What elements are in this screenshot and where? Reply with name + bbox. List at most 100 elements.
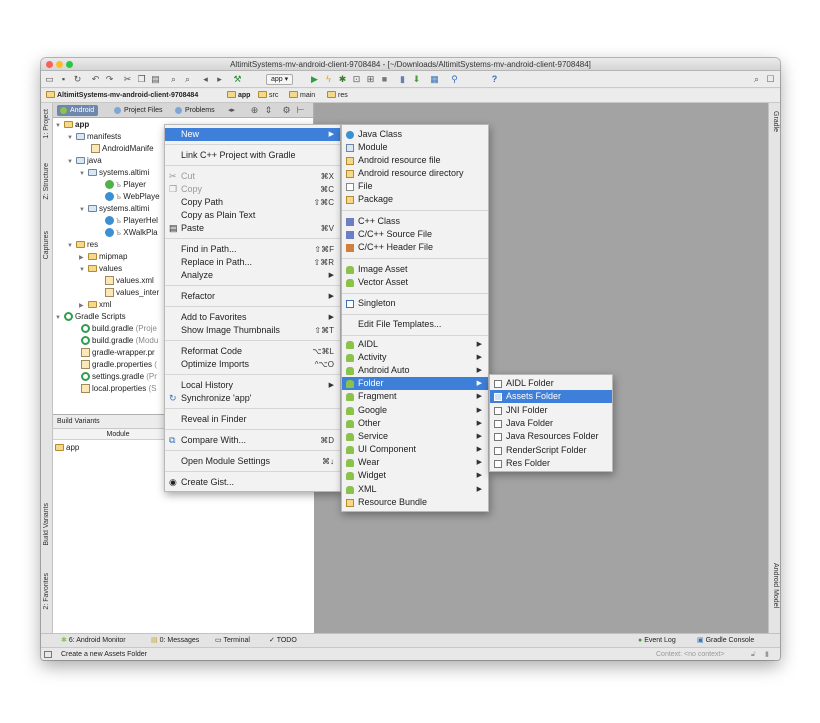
expand-arrow-icon[interactable]: ▼ [67,240,76,252]
cut-icon[interactable]: ✂ [122,74,133,85]
find-icon[interactable]: ⌕ [168,74,179,85]
tree-item-manifests[interactable]: ▼ manifests [67,131,121,143]
tab-project-files[interactable]: Project Files [111,105,167,116]
tab-android[interactable]: Android [57,105,99,116]
tree-item-gradle-properties[interactable]: gradle.properties ( [81,359,157,371]
tool-tab-build-variants[interactable]: Build Variants [42,503,52,546]
tree-item-app[interactable]: ▼ app [55,119,89,131]
make-project-icon[interactable]: ⚒ [232,74,243,85]
tree-item-android-manifest[interactable]: AndroidManife [91,143,154,155]
menu-item-local-history[interactable]: Local History ▶ [165,379,340,392]
redo-icon[interactable]: ↷ [104,74,115,85]
menu-item-cpp-class[interactable]: C++ Class [342,215,488,228]
save-icon[interactable]: ▪ [58,74,69,85]
tool-tab-project[interactable]: 1: Project [42,109,52,139]
menu-item-add-to-favorites[interactable]: Add to Favorites ▶ [165,311,340,324]
menu-item-assets-folder[interactable]: Assets Folder [490,390,612,403]
zoom-window-button[interactable] [66,61,73,68]
help-icon[interactable]: ? [489,74,500,85]
tree-item-build-gradle-module[interactable]: build.gradle (Modu [81,335,158,347]
menu-item-copy[interactable]: ❐ Copy ⌘C [165,183,340,196]
tree-item-playerhelper[interactable]: ъ PlayerHel [105,215,158,227]
menu-item-analyze[interactable]: Analyze ▶ [165,269,340,282]
expand-arrow-icon[interactable]: ▼ [79,168,88,180]
menu-item-resource-bundle[interactable]: Resource Bundle [342,496,488,509]
avd-manager-icon[interactable]: ▮ [397,74,408,85]
run-config-select[interactable]: app ▾ [266,74,294,85]
menu-item-cut[interactable]: ✂ Cut ⌘X [165,170,340,183]
tree-item-gradle-scripts[interactable]: ▼ Gradle Scripts [55,311,126,323]
menu-item-fragment[interactable]: Fragment ▶ [342,390,488,403]
menu-item-res-folder[interactable]: Res Folder [490,457,612,470]
tree-item-package[interactable]: ▼ systems.altimi [79,167,149,179]
menu-item-package[interactable]: Package [342,193,488,206]
stop-icon[interactable]: ■ [379,74,390,85]
menu-item-create-gist[interactable]: ◉ Create Gist... [165,476,340,489]
menu-item-find-in-path[interactable]: Find in Path... ⇧⌘F [165,243,340,256]
project-structure-icon[interactable]: ▦ [429,74,440,85]
menu-item-reveal-in-finder[interactable]: Reveal in Finder [165,413,340,426]
memory-indicator-icon[interactable]: ▮ [765,648,769,660]
context-indicator[interactable]: Context: <no context> [656,648,725,660]
menu-item-java-resources-folder[interactable]: Java Resources Folder [490,430,612,443]
menu-item-compare-with[interactable]: ⧉ Compare With... ⌘D [165,434,340,447]
tab-problems[interactable]: Problems [172,105,219,116]
apply-changes-icon[interactable]: ϟ [323,74,334,85]
tree-item-res[interactable]: ▼ res [67,239,98,251]
menu-item-synchronize[interactable]: ↻ Synchronize 'app' [165,392,340,405]
menu-item-vector-asset[interactable]: Vector Asset [342,276,488,289]
device-monitor-icon[interactable]: ⚲ [449,74,460,85]
tree-item-values[interactable]: ▼ values [79,263,122,275]
expand-arrow-icon[interactable]: ▼ [55,312,64,324]
sync-icon[interactable]: ↻ [72,74,83,85]
menu-item-ui-component[interactable]: UI Component ▶ [342,443,488,456]
expand-arrow-icon[interactable]: ▼ [79,204,88,216]
tool-tab-event-log[interactable]: ● Event Log [638,634,676,648]
breadcrumb-item-project[interactable]: AltimitSystems-mv-android-client-9708484 [43,89,201,102]
tool-tab-messages[interactable]: ▤ 0: Messages [151,634,199,648]
menu-item-aidl[interactable]: AIDL ▶ [342,338,488,351]
menu-item-service[interactable]: Service ▶ [342,430,488,443]
tree-item-package[interactable]: ▼ systems.altimi [79,203,149,215]
lock-icon[interactable]: 🔓︎ [751,648,756,660]
menu-item-cpp-source-file[interactable]: C/C++ Source File [342,228,488,241]
collapse-all-icon[interactable]: ⇕ [263,105,274,116]
tree-item-gradle-wrapper[interactable]: gradle-wrapper.pr [81,347,155,359]
tool-tab-todo[interactable]: ✓ TODO [269,634,297,648]
hide-panel-icon[interactable]: ⊢ [295,105,306,116]
back-icon[interactable]: ◂ [200,74,211,85]
menu-item-aidl-folder[interactable]: AIDL Folder [490,377,612,390]
breadcrumb-item-main[interactable]: main [286,89,318,102]
search-everywhere-icon[interactable]: ⌕ [751,74,762,85]
menu-item-copy-plain-text[interactable]: Copy as Plain Text [165,209,340,222]
menu-item-activity[interactable]: Activity ▶ [342,351,488,364]
open-icon[interactable]: ▭ [44,74,55,85]
tool-tab-android-model[interactable]: Android Model [770,563,780,608]
menu-item-file[interactable]: File [342,180,488,193]
toggle-tool-windows-icon[interactable] [44,651,52,658]
menu-item-paste[interactable]: ▤ Paste ⌘V [165,222,340,235]
tabs-dropdown-icon[interactable]: ◂▸ [226,105,237,116]
menu-item-show-thumbnails[interactable]: Show Image Thumbnails ⇧⌘T [165,324,340,337]
tree-item-player[interactable]: ъ Player [105,179,146,191]
menu-item-refactor[interactable]: Refactor ▶ [165,290,340,303]
tree-item-local-properties[interactable]: local.properties (S [81,383,156,395]
tree-item-build-gradle-project[interactable]: build.gradle (Proje [81,323,157,335]
forward-icon[interactable]: ▸ [214,74,225,85]
expand-arrow-icon[interactable]: ▼ [67,156,76,168]
menu-item-image-asset[interactable]: Image Asset [342,263,488,276]
menu-item-android-resource-file[interactable]: Android resource file [342,154,488,167]
close-window-button[interactable] [46,61,53,68]
menu-item-reformat-code[interactable]: Reformat Code ⌥⌘L [165,345,340,358]
expand-arrow-icon[interactable]: ▼ [55,120,64,132]
expand-arrow-icon[interactable]: ▼ [79,264,88,276]
menu-item-jni-folder[interactable]: JNI Folder [490,404,612,417]
tree-item-xml[interactable]: ▶ xml [79,299,111,311]
run-icon[interactable]: ▶ [309,74,320,85]
menu-item-widget[interactable]: Widget ▶ [342,469,488,482]
menu-item-other[interactable]: Other ▶ [342,417,488,430]
menu-item-xml[interactable]: XML ▶ [342,483,488,496]
tool-tab-favorites[interactable]: 2: Favorites [42,573,52,610]
build-variant-row[interactable]: app [55,442,79,454]
debug-icon[interactable]: ✱ [337,74,348,85]
